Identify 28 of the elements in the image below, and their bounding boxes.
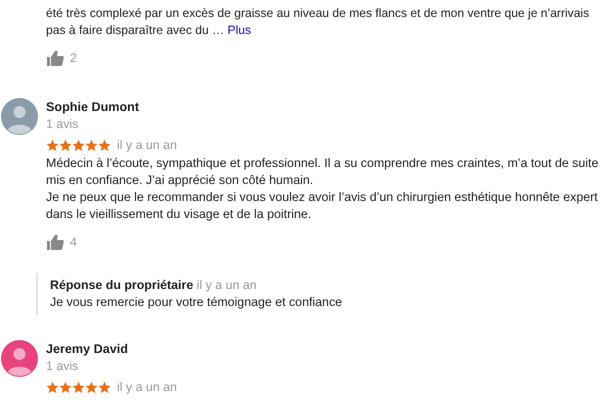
like-count: 4 [70, 235, 77, 249]
star-icon [46, 380, 59, 394]
reviewer-name: Sophie Dumont [46, 99, 140, 116]
star-icon [59, 138, 72, 152]
review-text: Médecin à l’écoute, sympathique et professionnel. Il a su comprendre mes craintes, m’a tout de suite mis en confiance. J’ai apprécié son côté humain. Je ne peux que le recommander si vous voulez avoir l’avis d’un chirurgien esthétique honnête expert dans le vieillissement du visage et de la poitrine. [46, 155, 600, 223]
star-icon [59, 380, 72, 394]
star-icon [98, 380, 111, 394]
thumbs-up-icon[interactable] [46, 233, 64, 251]
review-count: 1 avis [46, 358, 80, 374]
reviewer-name: Jeremy David [46, 341, 129, 358]
review-date: il y a un an [117, 137, 177, 153]
star-icon [46, 138, 59, 152]
review-count: 1 avis [46, 116, 80, 132]
star-icon [85, 138, 98, 152]
like-count: 2 [70, 51, 77, 65]
reply-date: il y a un an [196, 278, 257, 292]
review-text: été très complexé par un excès de graisse au niveau de mes flancs et de mon ventre que je n’arrivais pas à faire disparaître avec du … Plus [46, 5, 590, 39]
star-icon [98, 138, 111, 152]
star-icon [85, 380, 98, 394]
reply-title: Réponse du propriétaire [50, 278, 194, 292]
thumbs-up-icon[interactable] [46, 49, 64, 67]
reply-text: Je vous remercie pour votre témoignage et confiance [50, 294, 344, 311]
more-link[interactable]: Plus [228, 23, 252, 37]
avatar-icon [1, 340, 38, 377]
avatar-icon [1, 98, 38, 135]
review-date: il y a un an [117, 379, 177, 395]
star-icon [72, 138, 85, 152]
star-icon [72, 380, 85, 394]
